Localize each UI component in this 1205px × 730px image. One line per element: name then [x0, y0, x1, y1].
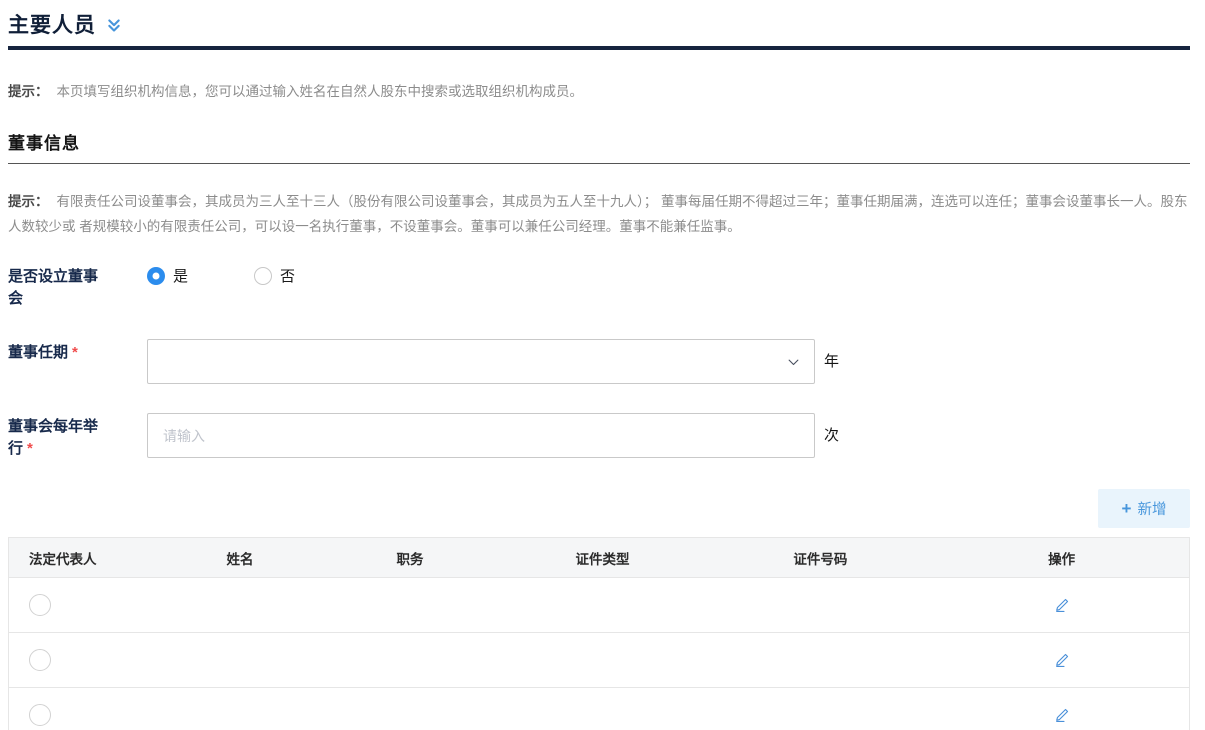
meetings-label: 董事会每年举行*: [8, 413, 104, 460]
header-actions: 操作: [934, 538, 1189, 578]
cell-name: [158, 688, 321, 730]
term-suffix: 年: [824, 339, 839, 384]
required-mark: *: [27, 440, 33, 457]
edit-pencil-icon: [1054, 652, 1070, 668]
chevron-double-down-icon[interactable]: [106, 17, 122, 34]
chevron-down-icon: [786, 354, 801, 369]
hint-label: 提示：: [8, 194, 49, 209]
row-radio-icon[interactable]: [29, 594, 51, 616]
cell-cert-no: [706, 578, 934, 633]
header-cert-type: 证件类型: [499, 538, 707, 578]
radio-option-no[interactable]: 否: [254, 265, 295, 286]
term-label-text: 董事任期: [8, 344, 68, 361]
cell-cert-no: [706, 633, 934, 688]
header-name: 姓名: [158, 538, 321, 578]
cell-position: [321, 578, 498, 633]
page-header: 主要人员: [8, 0, 1190, 50]
cell-actions: [934, 578, 1189, 633]
page-container: 主要人员 提示： 本页填写组织机构信息，您可以通过输入姓名在自然人股东中搜索或选取…: [0, 0, 1205, 730]
table-header-row: 法定代表人 姓名 职务 证件类型 证件号码 操作: [9, 538, 1190, 578]
cell-name: [158, 578, 321, 633]
term-label: 董事任期*: [8, 339, 104, 364]
plus-icon: +: [1122, 500, 1132, 517]
row-radio-icon[interactable]: [29, 649, 51, 671]
cell-actions: [934, 688, 1189, 730]
cell-position: [321, 688, 498, 730]
table-row: [9, 688, 1190, 730]
page-hint: 提示： 本页填写组织机构信息，您可以通过输入姓名在自然人股东中搜索或选取组织机构成…: [8, 79, 1190, 104]
cell-cert-type: [499, 633, 707, 688]
cell-cert-type: [499, 688, 707, 730]
board-setup-label: 是否设立董事会: [8, 263, 104, 310]
form-row-board-setup: 是否设立董事会 是 否: [8, 263, 1190, 310]
hint-label: 提示：: [8, 84, 49, 99]
cell-name: [158, 633, 321, 688]
radio-yes-label: 是: [173, 265, 188, 286]
section-title-directors: 董事信息: [8, 129, 1190, 164]
cell-cert-type: [499, 578, 707, 633]
meetings-per-year-input[interactable]: [147, 413, 815, 458]
directors-table: 法定代表人 姓名 职务 证件类型 证件号码 操作: [8, 537, 1190, 730]
table-body: [9, 578, 1190, 730]
radio-no-circle-icon[interactable]: [254, 267, 272, 285]
page-title: 主要人员: [8, 9, 96, 39]
form-row-term: 董事任期* 年: [8, 339, 1190, 384]
edit-pencil-icon: [1054, 707, 1070, 723]
table-toolbar: + 新增: [8, 489, 1190, 528]
edit-button[interactable]: [1050, 648, 1074, 672]
add-button[interactable]: + 新增: [1098, 489, 1190, 528]
term-control: 年: [147, 339, 839, 384]
directors-form: 是否设立董事会 是 否 董事任期*: [8, 263, 1190, 460]
board-hint-text: 有限责任公司设董事会，其成员为三人至十三人（股份有限公司设董事会，其成员为五人至…: [8, 194, 1188, 234]
table-header: 法定代表人 姓名 职务 证件类型 证件号码 操作: [9, 538, 1190, 578]
add-button-label: 新增: [1137, 498, 1166, 519]
board-setup-radio-group: 是 否: [147, 263, 361, 286]
meetings-label-text: 董事会每年举行: [8, 418, 98, 457]
page-hint-text: 本页填写组织机构信息，您可以通过输入姓名在自然人股东中搜索或选取组织机构成员。: [57, 84, 584, 99]
cell-cert-no: [706, 688, 934, 730]
meetings-suffix: 次: [824, 413, 839, 458]
cell-actions: [934, 633, 1189, 688]
header-legal-rep: 法定代表人: [9, 538, 159, 578]
cell-legal-rep: [9, 688, 159, 730]
radio-yes-circle-icon[interactable]: [147, 267, 165, 285]
header-cert-no: 证件号码: [706, 538, 934, 578]
form-row-meetings: 董事会每年举行* 次: [8, 413, 1190, 460]
cell-position: [321, 633, 498, 688]
edit-button[interactable]: [1050, 593, 1074, 617]
edit-pencil-icon: [1054, 597, 1070, 613]
table-row: [9, 633, 1190, 688]
row-radio-icon[interactable]: [29, 704, 51, 726]
cell-legal-rep: [9, 578, 159, 633]
meetings-control: 次: [147, 413, 839, 458]
cell-legal-rep: [9, 633, 159, 688]
required-mark: *: [72, 344, 78, 361]
edit-button[interactable]: [1050, 703, 1074, 727]
radio-no-label: 否: [280, 265, 295, 286]
board-hint: 提示：有限责任公司设董事会，其成员为三人至十三人（股份有限公司设董事会，其成员为…: [8, 189, 1190, 239]
term-select[interactable]: [147, 339, 815, 384]
header-position: 职务: [321, 538, 498, 578]
table-row: [9, 578, 1190, 633]
radio-option-yes[interactable]: 是: [147, 265, 188, 286]
